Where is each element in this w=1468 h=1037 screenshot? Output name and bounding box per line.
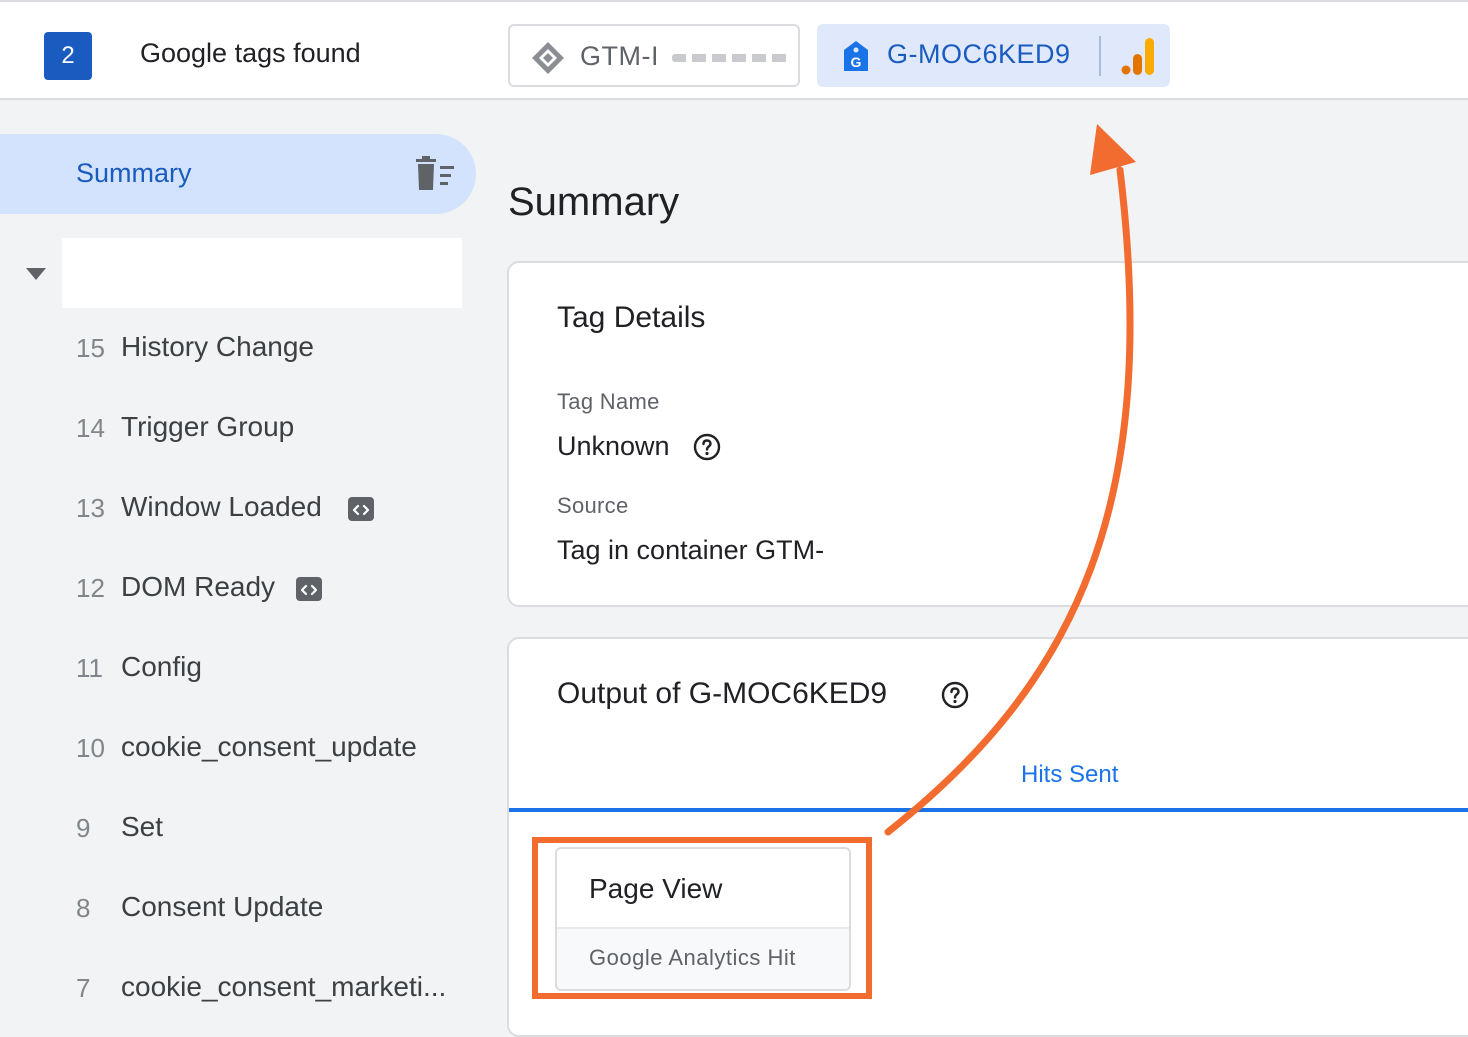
- clear-list-icon[interactable]: [414, 156, 456, 192]
- event-item-15[interactable]: 15 History Change: [0, 319, 480, 379]
- event-name: DOM Ready: [121, 571, 276, 602]
- tag-name-value: Unknown: [557, 431, 670, 461]
- tag-chip-gtm-label: GTM-I: [580, 41, 659, 71]
- chip-divider: [1099, 36, 1101, 76]
- svg-text:G: G: [851, 54, 862, 70]
- hit-card-page-view[interactable]: Page View Google Analytics Hit: [555, 847, 851, 991]
- sidebar-item-summary[interactable]: Summary: [0, 134, 476, 214]
- tag-details-title: Tag Details: [557, 301, 706, 334]
- help-icon[interactable]: [693, 433, 721, 461]
- event-number: 15: [76, 333, 105, 363]
- event-number: 12: [76, 573, 105, 603]
- event-item-7[interactable]: 7 cookie_consent_marketi...: [0, 959, 480, 1019]
- tag-count-badge: 2: [44, 32, 92, 80]
- sidebar-item-summary-label: Summary: [76, 158, 192, 188]
- tag-details-card: Tag Details Tag Name Unknown Source Tag …: [507, 261, 1468, 607]
- event-item-10[interactable]: 10 cookie_consent_update: [0, 719, 480, 779]
- event-name: Consent Update: [121, 891, 324, 922]
- code-icon: [348, 497, 374, 521]
- event-name: Config: [121, 651, 202, 682]
- tab-underline: [509, 808, 1468, 812]
- tag-name-label: Tag Name: [557, 389, 660, 414]
- help-icon[interactable]: [941, 681, 969, 709]
- event-name: History Change: [121, 331, 314, 362]
- tag-chip-ga[interactable]: G G-MOC6KED9: [817, 24, 1170, 87]
- event-item-13[interactable]: 13 Window Loaded: [0, 479, 480, 539]
- event-name: Set: [121, 811, 164, 842]
- tags-found-label: Google tags found: [140, 38, 361, 68]
- tag-chip-ga-label: G-MOC6KED9: [887, 39, 1071, 69]
- event-number: 14: [76, 413, 105, 443]
- event-number: 11: [76, 653, 103, 683]
- event-name: cookie_consent_update: [121, 731, 417, 762]
- source-value: Tag in container GTM-: [557, 535, 825, 565]
- event-name: Window Loaded: [121, 491, 322, 522]
- analytics-bars-icon: [1121, 38, 1154, 75]
- output-card: Output of G-MOC6KED9 Hits Sent Page View…: [507, 637, 1468, 1037]
- page-entry-redacted[interactable]: [62, 238, 462, 308]
- tab-hits-sent[interactable]: Hits Sent: [1021, 761, 1118, 789]
- event-item-9[interactable]: 9 Set: [0, 799, 480, 859]
- page-title: Summary: [508, 180, 680, 224]
- event-number: 8: [76, 893, 91, 923]
- event-number: 9: [76, 813, 91, 843]
- hit-name: Page View: [589, 873, 723, 904]
- event-item-14[interactable]: 14 Trigger Group: [0, 399, 480, 459]
- output-title: Output of G-MOC6KED9: [557, 677, 888, 710]
- hit-type: Google Analytics Hit: [589, 945, 796, 970]
- source-label: Source: [557, 493, 629, 518]
- event-number: 10: [76, 733, 105, 763]
- event-item-8[interactable]: 8 Consent Update: [0, 879, 480, 939]
- event-item-11[interactable]: 11 Config: [0, 639, 480, 699]
- event-number: 13: [76, 493, 105, 523]
- google-tag-icon: G: [844, 41, 868, 71]
- event-item-12[interactable]: 12 DOM Ready: [0, 559, 480, 619]
- collapse-arrow-icon[interactable]: [26, 268, 46, 280]
- event-number: 7: [76, 973, 91, 1003]
- event-name: Trigger Group: [121, 411, 295, 442]
- redacted-id: [672, 54, 788, 62]
- code-icon: [296, 577, 322, 601]
- gtm-diamond-icon: [532, 42, 564, 74]
- event-name: cookie_consent_marketi...: [121, 971, 447, 1002]
- tag-chip-gtm[interactable]: GTM-I: [508, 24, 800, 87]
- top-bar: 2 Google tags found GTM-I G G-MOC6KED9: [0, 0, 1468, 100]
- sidebar: Summary 15 History Change 14 Trigger Gro…: [0, 102, 480, 1018]
